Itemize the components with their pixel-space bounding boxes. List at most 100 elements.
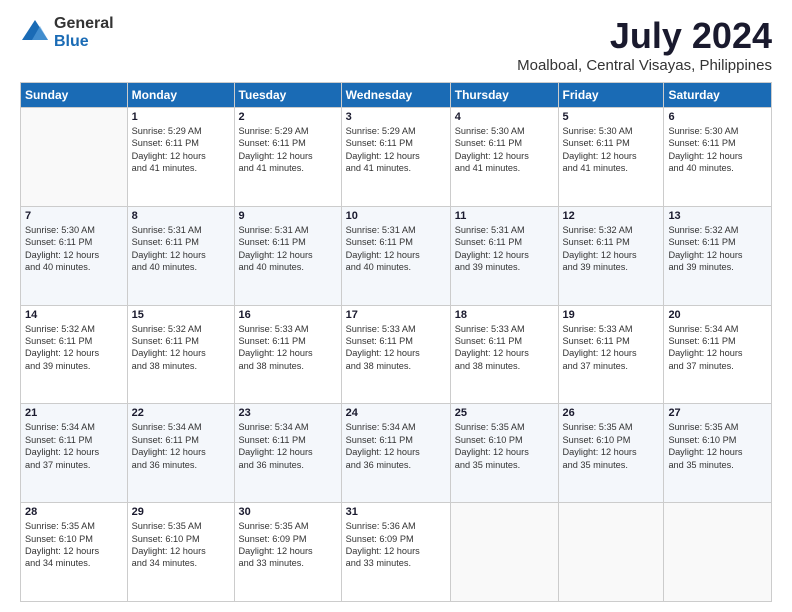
calendar-cell: 5 Sunrise: 5:30 AM Sunset: 6:11 PM Daylig… (558, 108, 664, 207)
day-info: Sunrise: 5:31 AM Sunset: 6:11 PM Dayligh… (346, 224, 446, 274)
calendar-cell: 11 Sunrise: 5:31 AM Sunset: 6:11 PM Dayli… (450, 206, 558, 305)
calendar-cell: 31 Sunrise: 5:36 AM Sunset: 6:09 PM Dayli… (341, 503, 450, 602)
calendar-cell: 29 Sunrise: 5:35 AM Sunset: 6:10 PM Dayli… (127, 503, 234, 602)
day-info: Sunrise: 5:32 AM Sunset: 6:11 PM Dayligh… (563, 224, 660, 274)
day-number: 11 (455, 210, 554, 222)
day-number: 15 (132, 309, 230, 321)
calendar-cell: 27Sunrise: 5:35 AM Sunset: 6:10 PM Dayli… (664, 404, 772, 503)
day-number: 1 (132, 111, 230, 123)
day-number: 3 (346, 111, 446, 123)
calendar-week-row: 1 Sunrise: 5:29 AM Sunset: 6:11 PM Daylig… (21, 108, 772, 207)
day-info: Sunrise: 5:35 AM Sunset: 6:09 PM Dayligh… (239, 520, 337, 570)
calendar-week-row: 14Sunrise: 5:32 AM Sunset: 6:11 PM Dayli… (21, 305, 772, 404)
day-info: Sunrise: 5:32 AM Sunset: 6:11 PM Dayligh… (668, 224, 767, 274)
calendar-cell: 26Sunrise: 5:35 AM Sunset: 6:10 PM Dayli… (558, 404, 664, 503)
calendar-cell: 19 Sunrise: 5:33 AM Sunset: 6:11 PM Dayli… (558, 305, 664, 404)
calendar-cell: 10 Sunrise: 5:31 AM Sunset: 6:11 PM Dayli… (341, 206, 450, 305)
day-info: Sunrise: 5:34 AM Sunset: 6:11 PM Dayligh… (239, 421, 337, 471)
day-info: Sunrise: 5:34 AM Sunset: 6:11 PM Dayligh… (668, 323, 767, 373)
day-number: 21 (25, 407, 123, 419)
day-number: 10 (346, 210, 446, 222)
weekday-wednesday: Wednesday (341, 83, 450, 108)
calendar-cell (21, 108, 128, 207)
day-info: Sunrise: 5:35 AM Sunset: 6:10 PM Dayligh… (668, 421, 767, 471)
calendar-week-row: 21 Sunrise: 5:34 AM Sunset: 6:11 PM Dayli… (21, 404, 772, 503)
day-number: 2 (239, 111, 337, 123)
calendar-cell: 28 Sunrise: 5:35 AM Sunset: 6:10 PM Dayli… (21, 503, 128, 602)
day-info: Sunrise: 5:33 AM Sunset: 6:11 PM Dayligh… (563, 323, 660, 373)
day-number: 30 (239, 506, 337, 518)
calendar-cell: 22 Sunrise: 5:34 AM Sunset: 6:11 PM Dayli… (127, 404, 234, 503)
day-info: Sunrise: 5:30 AM Sunset: 6:11 PM Dayligh… (668, 125, 767, 175)
calendar-cell: 17Sunrise: 5:33 AM Sunset: 6:11 PM Dayli… (341, 305, 450, 404)
day-info: Sunrise: 5:35 AM Sunset: 6:10 PM Dayligh… (563, 421, 660, 471)
calendar-week-row: 28 Sunrise: 5:35 AM Sunset: 6:10 PM Dayli… (21, 503, 772, 602)
calendar-cell: 30 Sunrise: 5:35 AM Sunset: 6:09 PM Dayli… (234, 503, 341, 602)
calendar-cell: 9Sunrise: 5:31 AM Sunset: 6:11 PM Daylig… (234, 206, 341, 305)
day-number: 22 (132, 407, 230, 419)
day-number: 8 (132, 210, 230, 222)
logo-text: General Blue (54, 15, 114, 50)
logo-icon (20, 18, 50, 48)
day-info: Sunrise: 5:30 AM Sunset: 6:11 PM Dayligh… (563, 125, 660, 175)
calendar-cell: 14Sunrise: 5:32 AM Sunset: 6:11 PM Dayli… (21, 305, 128, 404)
calendar-cell: 2 Sunrise: 5:29 AM Sunset: 6:11 PM Daylig… (234, 108, 341, 207)
calendar-cell: 3Sunrise: 5:29 AM Sunset: 6:11 PM Daylig… (341, 108, 450, 207)
calendar-cell: 6 Sunrise: 5:30 AM Sunset: 6:11 PM Daylig… (664, 108, 772, 207)
calendar-cell: 15 Sunrise: 5:32 AM Sunset: 6:11 PM Dayli… (127, 305, 234, 404)
day-info: Sunrise: 5:29 AM Sunset: 6:11 PM Dayligh… (239, 125, 337, 175)
weekday-tuesday: Tuesday (234, 83, 341, 108)
weekday-thursday: Thursday (450, 83, 558, 108)
day-info: Sunrise: 5:31 AM Sunset: 6:11 PM Dayligh… (455, 224, 554, 274)
day-number: 7 (25, 210, 123, 222)
logo-general: General (54, 15, 114, 33)
weekday-sunday: Sunday (21, 83, 128, 108)
calendar-table: SundayMondayTuesdayWednesdayThursdayFrid… (20, 82, 772, 602)
day-number: 29 (132, 506, 230, 518)
day-number: 24 (346, 407, 446, 419)
title-block: July 2024 Moalboal, Central Visayas, Phi… (517, 15, 772, 74)
logo: General Blue (20, 15, 114, 50)
calendar-header: SundayMondayTuesdayWednesdayThursdayFrid… (21, 83, 772, 108)
weekday-header-row: SundayMondayTuesdayWednesdayThursdayFrid… (21, 83, 772, 108)
calendar-cell: 12 Sunrise: 5:32 AM Sunset: 6:11 PM Dayli… (558, 206, 664, 305)
calendar-cell: 18 Sunrise: 5:33 AM Sunset: 6:11 PM Dayli… (450, 305, 558, 404)
day-number: 6 (668, 111, 767, 123)
weekday-saturday: Saturday (664, 83, 772, 108)
day-number: 9 (239, 210, 337, 222)
day-info: Sunrise: 5:36 AM Sunset: 6:09 PM Dayligh… (346, 520, 446, 570)
day-info: Sunrise: 5:32 AM Sunset: 6:11 PM Dayligh… (132, 323, 230, 373)
day-number: 31 (346, 506, 446, 518)
day-info: Sunrise: 5:33 AM Sunset: 6:11 PM Dayligh… (455, 323, 554, 373)
calendar-cell: 21 Sunrise: 5:34 AM Sunset: 6:11 PM Dayli… (21, 404, 128, 503)
calendar-cell: 8 Sunrise: 5:31 AM Sunset: 6:11 PM Daylig… (127, 206, 234, 305)
calendar-cell: 20 Sunrise: 5:34 AM Sunset: 6:11 PM Dayli… (664, 305, 772, 404)
calendar-cell: 13Sunrise: 5:32 AM Sunset: 6:11 PM Dayli… (664, 206, 772, 305)
day-info: Sunrise: 5:35 AM Sunset: 6:10 PM Dayligh… (25, 520, 123, 570)
subtitle: Moalboal, Central Visayas, Philippines (517, 57, 772, 74)
calendar-body: 1 Sunrise: 5:29 AM Sunset: 6:11 PM Daylig… (21, 108, 772, 602)
weekday-friday: Friday (558, 83, 664, 108)
day-number: 4 (455, 111, 554, 123)
day-number: 23 (239, 407, 337, 419)
main-title: July 2024 (517, 15, 772, 57)
weekday-monday: Monday (127, 83, 234, 108)
day-number: 28 (25, 506, 123, 518)
calendar-cell: 25 Sunrise: 5:35 AM Sunset: 6:10 PM Dayli… (450, 404, 558, 503)
day-number: 12 (563, 210, 660, 222)
day-number: 20 (668, 309, 767, 321)
day-info: Sunrise: 5:34 AM Sunset: 6:11 PM Dayligh… (25, 421, 123, 471)
day-info: Sunrise: 5:29 AM Sunset: 6:11 PM Dayligh… (132, 125, 230, 175)
calendar-cell: 16Sunrise: 5:33 AM Sunset: 6:11 PM Dayli… (234, 305, 341, 404)
day-info: Sunrise: 5:30 AM Sunset: 6:11 PM Dayligh… (25, 224, 123, 274)
day-number: 5 (563, 111, 660, 123)
day-info: Sunrise: 5:34 AM Sunset: 6:11 PM Dayligh… (132, 421, 230, 471)
day-info: Sunrise: 5:35 AM Sunset: 6:10 PM Dayligh… (132, 520, 230, 570)
day-info: Sunrise: 5:35 AM Sunset: 6:10 PM Dayligh… (455, 421, 554, 471)
calendar-cell: 24Sunrise: 5:34 AM Sunset: 6:11 PM Dayli… (341, 404, 450, 503)
day-number: 25 (455, 407, 554, 419)
day-info: Sunrise: 5:32 AM Sunset: 6:11 PM Dayligh… (25, 323, 123, 373)
day-info: Sunrise: 5:31 AM Sunset: 6:11 PM Dayligh… (132, 224, 230, 274)
day-number: 19 (563, 309, 660, 321)
day-number: 18 (455, 309, 554, 321)
